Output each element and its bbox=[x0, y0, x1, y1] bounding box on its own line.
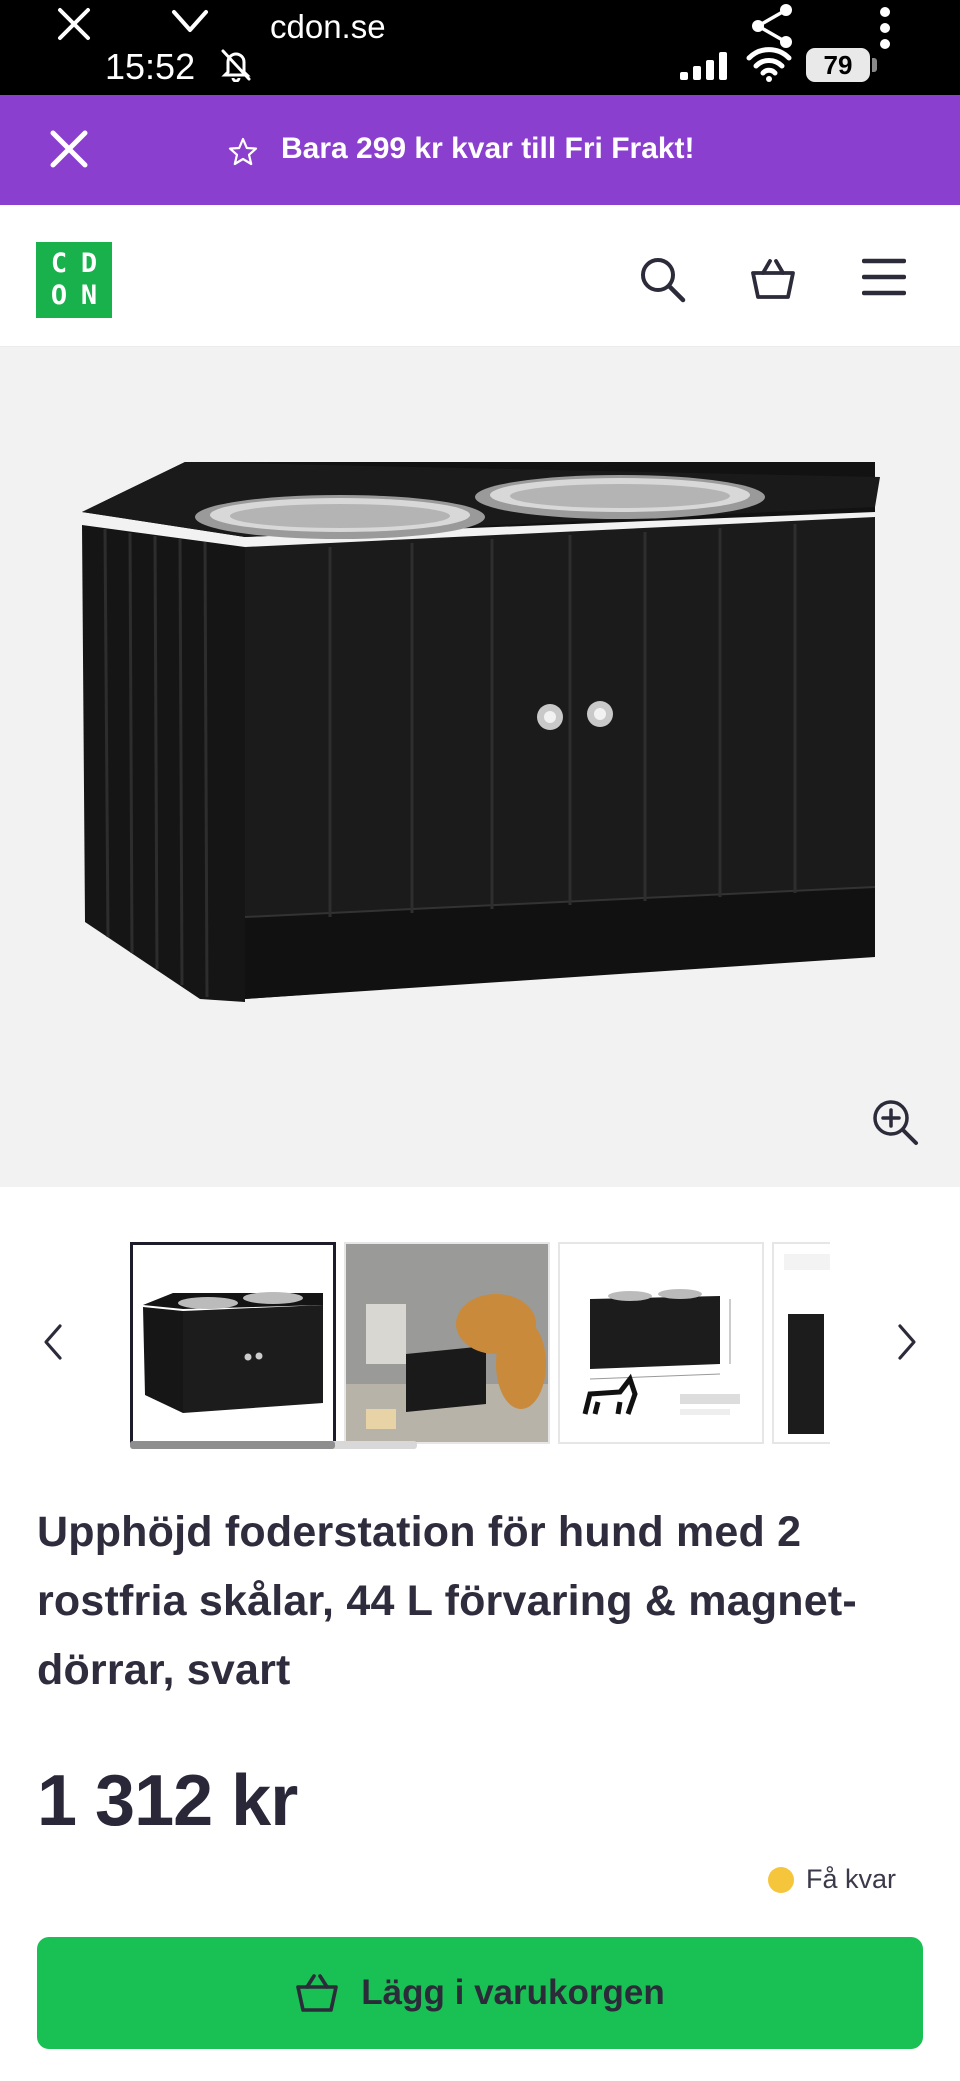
basket-icon bbox=[296, 1974, 339, 2012]
close-tab-icon[interactable] bbox=[56, 6, 92, 42]
add-to-cart-button[interactable]: Lägg i varukorgen bbox=[37, 1937, 923, 2049]
thumbnail-image bbox=[133, 1245, 333, 1441]
hamburger-menu-icon[interactable] bbox=[862, 257, 906, 297]
muted-bell-icon bbox=[221, 49, 251, 82]
thumbnail-1[interactable] bbox=[130, 1242, 336, 1444]
star-icon bbox=[228, 137, 258, 166]
cdon-logo[interactable]: C D O N bbox=[36, 242, 112, 318]
thumbnail-4[interactable] bbox=[772, 1242, 830, 1444]
site-header: C D O N bbox=[0, 205, 960, 347]
logo-letter: O bbox=[50, 280, 68, 311]
product-image-gallery[interactable] bbox=[0, 347, 960, 1187]
add-to-cart-label: Lägg i varukorgen bbox=[361, 1973, 665, 2012]
battery-indicator: 79 bbox=[806, 48, 870, 82]
thumbnail-image bbox=[346, 1244, 548, 1442]
clock-time: 15:52 bbox=[105, 46, 196, 87]
thumbnail-scrollbar-thumb[interactable] bbox=[130, 1441, 335, 1449]
thumbnail-image bbox=[560, 1244, 762, 1442]
thumbnail-track bbox=[130, 1242, 830, 1452]
search-icon[interactable] bbox=[638, 255, 686, 303]
logo-letter: D bbox=[80, 248, 98, 279]
thumbnail-2[interactable] bbox=[344, 1242, 550, 1444]
chevron-right-icon[interactable] bbox=[896, 1322, 918, 1362]
stock-indicator-dot bbox=[768, 1866, 794, 1893]
stock-status: Få kvar bbox=[768, 1864, 896, 1895]
promo-banner: Bara 299 kr kvar till Fri Frakt! bbox=[0, 95, 960, 205]
share-icon[interactable] bbox=[748, 2, 798, 50]
chevron-left-icon[interactable] bbox=[42, 1322, 64, 1362]
basket-icon[interactable] bbox=[750, 257, 796, 301]
promo-text: Bara 299 kr kvar till Fri Frakt! bbox=[281, 132, 695, 165]
browser-url[interactable]: cdon.se bbox=[270, 8, 386, 46]
status-bar: cdon.se 15:52 79 bbox=[0, 0, 960, 95]
logo-letter: N bbox=[80, 280, 98, 311]
thumbnail-3[interactable] bbox=[558, 1242, 764, 1444]
stock-label: Få kvar bbox=[806, 1864, 897, 1894]
product-image[interactable] bbox=[0, 347, 960, 1187]
chevron-down-icon[interactable] bbox=[170, 6, 210, 36]
zoom-in-icon[interactable] bbox=[870, 1097, 920, 1147]
product-price: 1 312 kr bbox=[37, 1761, 298, 1841]
close-icon[interactable] bbox=[48, 128, 90, 170]
more-options-icon[interactable] bbox=[878, 6, 892, 50]
wifi-icon bbox=[746, 47, 792, 82]
thumbnail-image bbox=[774, 1244, 830, 1442]
logo-letter: C bbox=[50, 248, 68, 279]
cellular-signal-icon bbox=[680, 52, 727, 80]
product-title: Upphöjd foderstation för hund med 2 rost… bbox=[37, 1508, 857, 1694]
thumbnail-carousel bbox=[0, 1187, 960, 1457]
battery-tip bbox=[872, 58, 877, 72]
